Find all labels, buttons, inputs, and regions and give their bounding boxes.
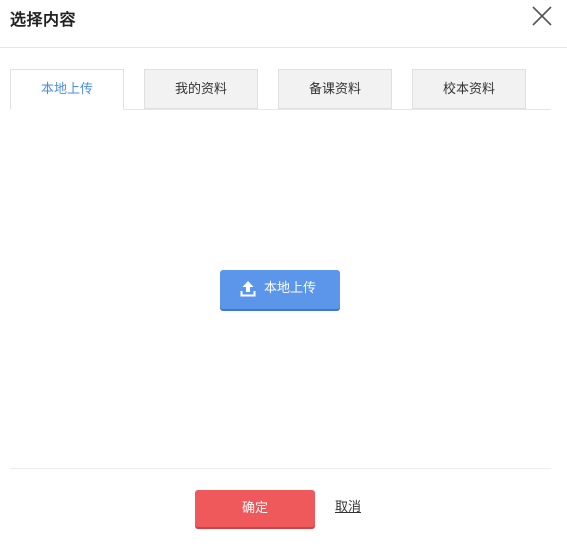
- confirm-button[interactable]: 确定: [195, 490, 315, 527]
- local-upload-label: 本地上传: [264, 281, 317, 296]
- tab-content-panel: 本地上传: [10, 110, 551, 468]
- upload-icon: [239, 280, 257, 298]
- tab-lesson-prep-materials[interactable]: 备课资料: [278, 69, 392, 109]
- tab-school-materials[interactable]: 校本资料: [412, 69, 526, 109]
- local-upload-button[interactable]: 本地上传: [220, 270, 340, 309]
- select-content-dialog: 选择内容 本地上传 我的资料 备课资料 校本资料 本地上传 确定 取消: [0, 0, 567, 549]
- cancel-link[interactable]: 取消: [335, 498, 361, 518]
- tab-my-materials[interactable]: 我的资料: [144, 69, 258, 109]
- dialog-header: 选择内容: [0, 0, 567, 48]
- tab-bar: 本地上传 我的资料 备课资料 校本资料: [10, 69, 551, 110]
- dialog-title: 选择内容: [10, 10, 77, 29]
- close-icon[interactable]: [530, 4, 554, 28]
- tab-local-upload[interactable]: 本地上传: [10, 69, 124, 110]
- footer-divider: [10, 468, 551, 469]
